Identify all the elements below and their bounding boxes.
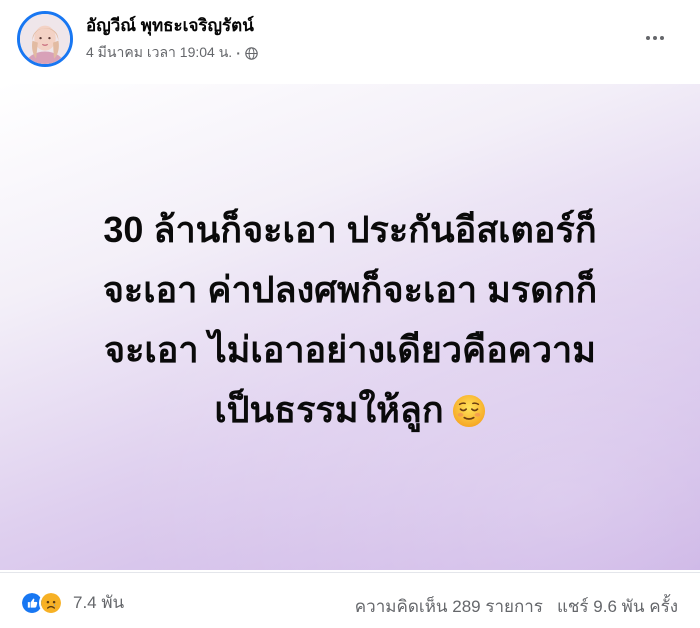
facebook-post: อัญวีณ์ พุทธะเจริญรัตน์ 4 มีนาคม เวลา 19… bbox=[0, 0, 700, 628]
more-dot bbox=[660, 36, 664, 40]
avatar[interactable] bbox=[17, 11, 73, 67]
reaction-count: 7.4 พัน bbox=[73, 593, 125, 612]
post-meta: 4 มีนาคม เวลา 19:04 น. · bbox=[86, 42, 258, 64]
post-text-line: จะเอา ค่าปลงศพก็จะเอา มรดกก็ bbox=[102, 269, 598, 310]
post-text-line: จะเอา ไม่เอาอย่างเดียวคือความ bbox=[104, 329, 596, 370]
post-footer: 7.4 พัน ความคิดเห็น 289 รายการ แชร์ 9.6 … bbox=[0, 572, 700, 628]
post-text-line: เป็นธรรมให้ลูก bbox=[214, 389, 444, 430]
post-header: อัญวีณ์ พุทธะเจริญรัตน์ 4 มีนาคม เวลา 19… bbox=[0, 0, 700, 83]
meta-separator: · bbox=[236, 45, 241, 61]
author-name[interactable]: อัญวีณ์ พุทธะเจริญรัตน์ bbox=[86, 12, 254, 39]
reactions-summary[interactable]: 7.4 พัน bbox=[20, 589, 124, 616]
more-dot bbox=[653, 36, 657, 40]
more-dot bbox=[646, 36, 650, 40]
comments-count-link[interactable]: ความคิดเห็น 289 รายการ bbox=[355, 593, 543, 620]
post-text: 30 ล้านก็จะเอา ประกันอีสเตอร์ก็ จะเอา ค่… bbox=[40, 200, 660, 440]
relieved-face-emoji bbox=[452, 394, 485, 428]
globe-icon[interactable] bbox=[245, 46, 258, 60]
avatar-image bbox=[20, 14, 70, 64]
engagement-stats: ความคิดเห็น 289 รายการ แชร์ 9.6 พัน ครั้… bbox=[355, 593, 678, 620]
shares-count-link[interactable]: แชร์ 9.6 พัน ครั้ง bbox=[557, 593, 678, 620]
post-text-line-last: เป็นธรรมให้ลูก bbox=[40, 380, 660, 440]
post-timestamp[interactable]: 4 มีนาคม เวลา 19:04 น. bbox=[86, 42, 232, 64]
more-options-icon[interactable] bbox=[640, 23, 670, 53]
post-text-line: 30 ล้านก็จะเอา ประกันอีสเตอร์ก็ bbox=[103, 209, 597, 250]
sad-icon bbox=[39, 590, 63, 615]
